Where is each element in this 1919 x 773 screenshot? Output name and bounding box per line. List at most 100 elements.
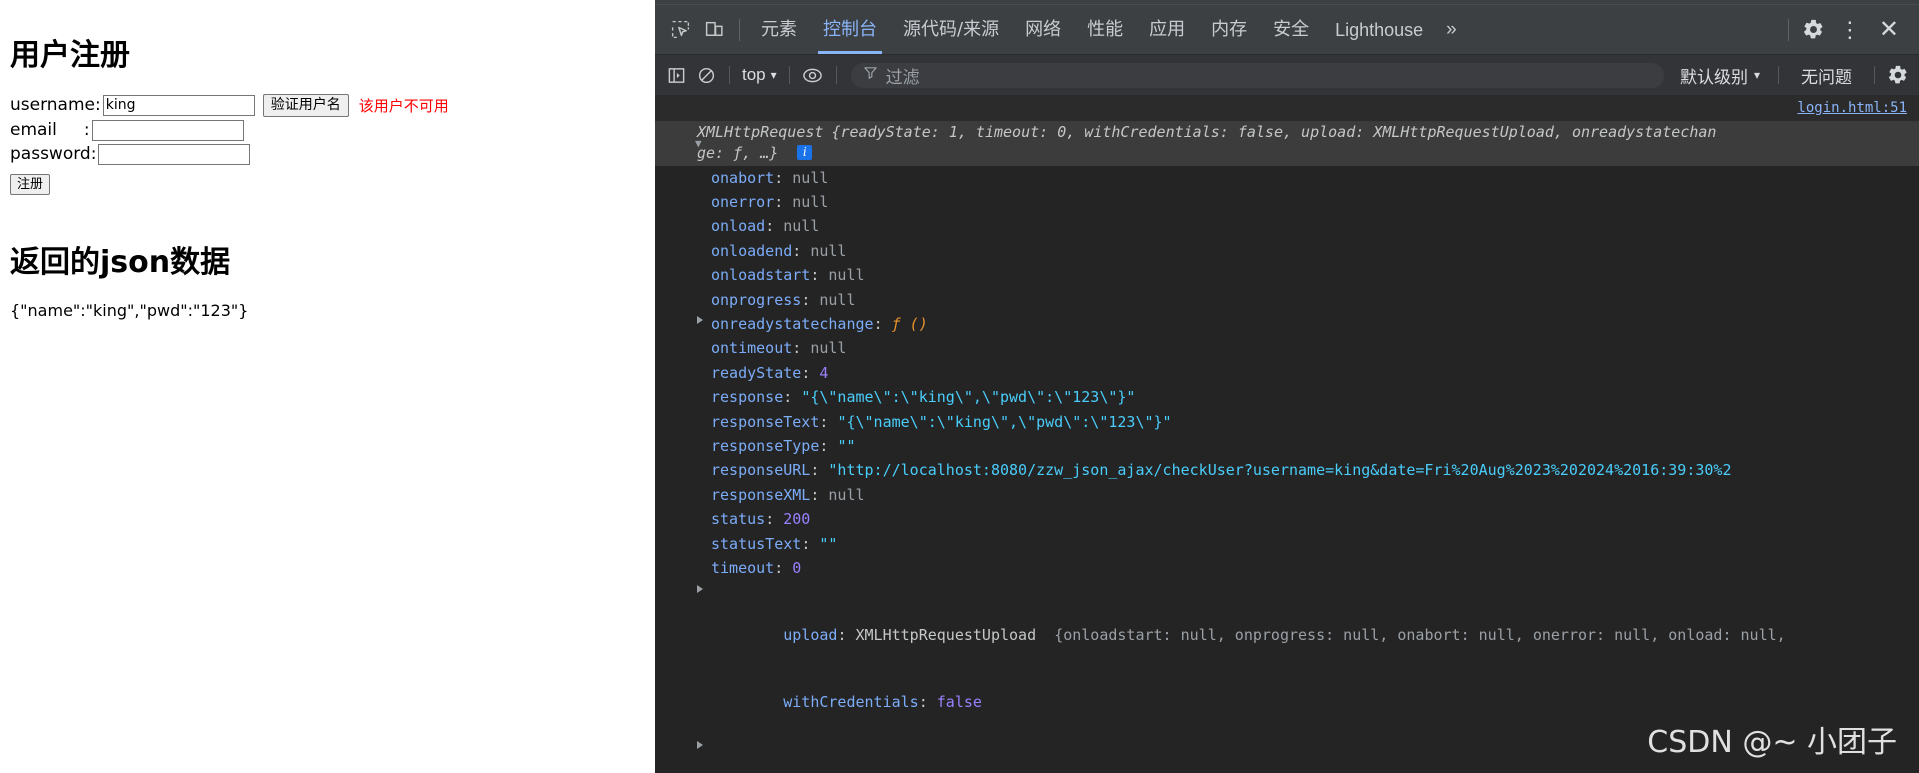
property-value: "http://localhost:8080/zzw_json_ajax/che… xyxy=(828,461,1732,480)
device-toolbar-icon[interactable] xyxy=(697,13,731,47)
console-log-group-label: xhr-> login.html:51 xyxy=(655,96,1919,140)
console-property-list: onabort: null onerror: null onload: null on… xyxy=(655,166,1919,581)
username-label: username: xyxy=(10,95,101,116)
page-title-register: 用户注册 xyxy=(10,38,130,73)
property-colon: : xyxy=(792,339,811,358)
property-colon: : xyxy=(774,168,793,187)
tab-lighthouse[interactable]: Lighthouse xyxy=(1322,6,1436,54)
property-key: onloadend xyxy=(711,241,793,260)
console-property-row: response: "{\"name\":\"king\",\"pwd\":\"… xyxy=(655,386,1919,410)
more-options-icon[interactable]: ⋮ xyxy=(1831,17,1869,43)
email-label: email : xyxy=(10,120,90,141)
console-property-row: onloadend: null xyxy=(655,239,1919,263)
property-value: null xyxy=(810,339,847,358)
console-property-row: ontimeout: null xyxy=(655,337,1919,361)
property-key: responseText xyxy=(711,412,820,431)
filterbar-divider-4 xyxy=(1778,66,1779,84)
tab-performance[interactable]: 性能 xyxy=(1074,6,1136,54)
property-value: null xyxy=(810,241,847,260)
tab-sources[interactable]: 源代码/来源 xyxy=(890,6,1012,54)
property-key: onprogress xyxy=(711,290,802,309)
object-class-name: XMLHttpRequest xyxy=(697,123,824,141)
console-property-row: statusText: "" xyxy=(655,532,1919,556)
password-row: password: xyxy=(10,143,645,165)
execution-context-label: top xyxy=(742,65,766,84)
expand-triangle-icon[interactable]: ▼ xyxy=(695,133,702,154)
password-input[interactable] xyxy=(98,143,251,165)
issues-status[interactable]: 无问题 xyxy=(1787,63,1866,88)
property-colon: : xyxy=(810,485,829,504)
property-preview-upload: {onloadstart: null, onprogress: null, on… xyxy=(1054,626,1786,645)
property-value: "{\"name\":\"king\",\"pwd\":\"123\"}" xyxy=(837,412,1172,431)
execution-context-selector[interactable]: top ▾ xyxy=(738,65,781,85)
inspect-element-icon[interactable] xyxy=(663,13,697,47)
page-title-json: 返回的json数据 xyxy=(10,245,231,281)
devtools-tabbar: 元素 控制台 源代码/来源 网络 性能 应用 内存 安全 Lighthouse … xyxy=(655,5,1919,55)
property-class-upload: XMLHttpRequestUpload xyxy=(855,626,1037,645)
expand-arrow-icon[interactable] xyxy=(697,316,703,325)
toolbar-divider-right xyxy=(1787,18,1789,41)
property-key: responseXML xyxy=(711,485,811,504)
email-row: email : xyxy=(10,119,645,141)
console-settings-gear-icon[interactable] xyxy=(1883,60,1913,90)
property-key: timeout xyxy=(711,559,775,577)
tab-memory[interactable]: 内存 xyxy=(1198,6,1260,54)
property-colon: : xyxy=(873,314,892,333)
console-property-row: timeout: 0 xyxy=(655,557,1919,581)
info-badge[interactable]: i xyxy=(797,145,813,160)
object-preview-line1: {readyState: 1, timeout: 0, withCredenti… xyxy=(831,123,1717,141)
console-scrollbar[interactable] xyxy=(1910,96,1919,773)
register-submit-button[interactable]: 注册 xyxy=(10,173,51,196)
clear-console-icon[interactable] xyxy=(691,60,721,90)
property-key-withcredentials: withCredentials xyxy=(783,693,919,712)
console-property-row: onloadstart: null xyxy=(655,264,1919,288)
gear-icon[interactable] xyxy=(1797,13,1831,47)
tab-application[interactable]: 应用 xyxy=(1136,6,1198,54)
tab-elements[interactable]: 元素 xyxy=(748,6,810,54)
console-filter-input[interactable]: 过滤 xyxy=(850,62,1664,88)
expand-arrow-icon-upload[interactable] xyxy=(697,584,703,593)
property-key: readyState xyxy=(711,363,802,382)
property-key: response xyxy=(711,388,784,407)
devtools-panel: 元素 控制台 源代码/来源 网络 性能 应用 内存 安全 Lighthouse … xyxy=(655,0,1919,773)
tab-console[interactable]: 控制台 xyxy=(810,6,890,54)
property-colon: : xyxy=(774,559,793,577)
property-colon: : xyxy=(774,192,793,211)
property-value: null xyxy=(792,168,829,187)
console-property-row: onabort: null xyxy=(655,166,1919,190)
filterbar-divider-3 xyxy=(835,66,837,84)
username-row: username: 验证用户名 该用户不可用 xyxy=(10,94,645,117)
property-value: null xyxy=(792,192,829,211)
tab-network[interactable]: 网络 xyxy=(1012,6,1074,54)
chevron-down-icon-level: ▾ xyxy=(1753,68,1760,82)
filter-icon xyxy=(863,65,878,85)
username-input[interactable] xyxy=(102,94,255,116)
browser-page-content: 用户注册 username: 验证用户名 该用户不可用 email : pass… xyxy=(0,0,655,773)
property-value: 4 xyxy=(819,363,829,382)
property-key: ontimeout xyxy=(711,339,793,358)
console-source-link[interactable]: login.html:51 xyxy=(1797,97,1907,119)
property-key: statusText xyxy=(711,534,802,553)
tab-security[interactable]: 安全 xyxy=(1260,6,1322,54)
console-property-row[interactable]: onreadystatechange: ƒ () xyxy=(655,312,1919,336)
more-tabs-icon[interactable]: » xyxy=(1436,19,1467,41)
console-sidebar-icon[interactable] xyxy=(661,60,691,90)
property-value: 200 xyxy=(783,510,811,529)
close-icon[interactable]: ✕ xyxy=(1869,15,1909,44)
console-property-row: onprogress: null xyxy=(655,288,1919,312)
log-level-selector[interactable]: 默认级别 ▾ xyxy=(1670,63,1770,88)
console-property-row: readyState: 4 xyxy=(655,361,1919,385)
property-key: status xyxy=(711,510,766,529)
property-key: onerror xyxy=(711,192,775,211)
console-property-upload[interactable]: upload: XMLHttpRequestUpload {onloadstar… xyxy=(655,581,1919,670)
verify-username-button[interactable]: 验证用户名 xyxy=(262,94,349,117)
property-key: onabort xyxy=(711,168,775,187)
console-filter-toolbar: top ▾ 过滤 默认级别 ▾ 无问题 xyxy=(655,55,1919,96)
console-property-row: onerror: null xyxy=(655,190,1919,214)
email-input[interactable] xyxy=(91,119,244,141)
username-error-message: 该用户不可用 xyxy=(358,96,449,115)
expand-arrow-icon-prototype[interactable] xyxy=(697,740,703,749)
property-key: responseURL xyxy=(711,461,811,480)
console-object-header[interactable]: XMLHttpRequest {readyState: 1, timeout: 0… xyxy=(655,122,1919,166)
live-expression-icon[interactable] xyxy=(798,60,828,90)
